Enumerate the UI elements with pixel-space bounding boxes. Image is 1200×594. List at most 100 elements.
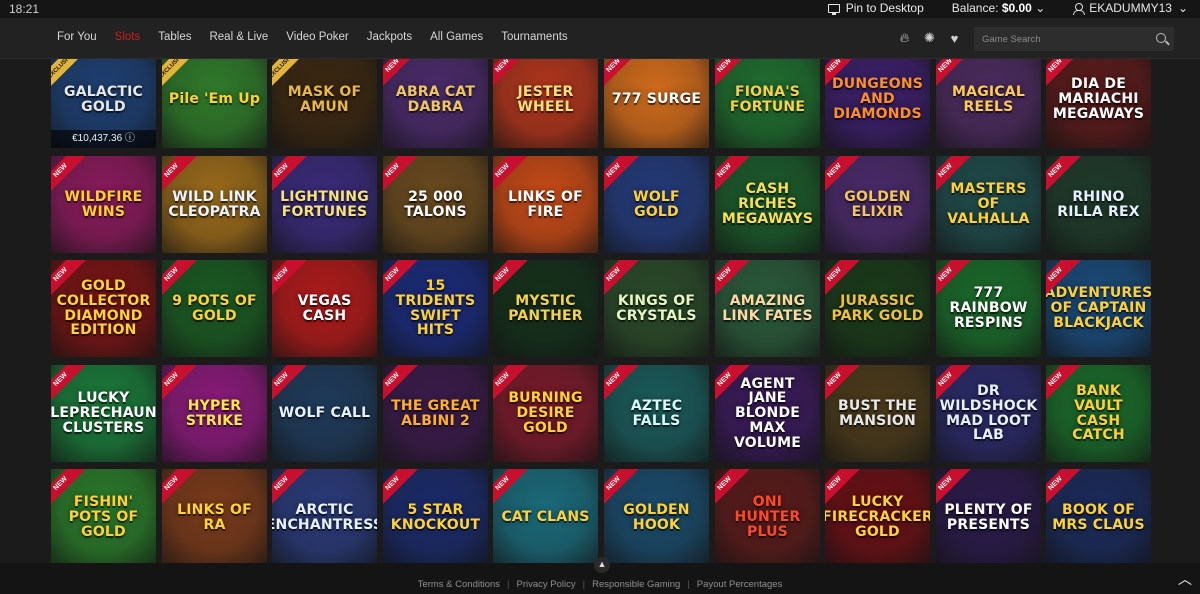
game-tile[interactable]: WILD LINK CLEOPATRA NEW	[162, 156, 267, 253]
game-tile[interactable]: RHINO RILLA REX NEW	[1046, 156, 1151, 253]
game-tile[interactable]: LINKS OF RA NEW	[162, 469, 267, 563]
game-tile[interactable]: GALACTIC GOLD EXCLUSIVE €10,437.36 ⓘ	[51, 59, 156, 148]
game-grid: GALACTIC GOLD EXCLUSIVE €10,437.36 ⓘ Pile '…	[51, 59, 1155, 563]
user-icon	[1073, 2, 1086, 15]
footer-link[interactable]: Privacy Policy	[517, 579, 576, 590]
footer-link[interactable]: Payout Percentages	[697, 579, 783, 590]
game-title: PLENTY OF PRESENTS	[944, 501, 1033, 533]
game-title: BUST THE MANSION	[838, 397, 917, 429]
game-tile[interactable]: LIGHTNING FORTUNES NEW	[272, 156, 377, 253]
game-tile[interactable]: ADVENTURES OF CAPTAIN BLACKJACK NEW	[1046, 260, 1151, 357]
tab-for-you[interactable]: For You	[57, 31, 97, 43]
heart-icon[interactable]: ♥	[947, 31, 962, 46]
game-title: ABRA CAT DABRA	[395, 83, 476, 115]
game-tile[interactable]: GOLD COLLECTOR DIAMOND EDITION NEW	[51, 260, 156, 357]
game-tile[interactable]: AGENT JANE BLONDE MAX VOLUME NEW	[715, 365, 820, 462]
game-tile[interactable]: VEGAS CASH NEW	[272, 260, 377, 357]
game-title: MASTERS OF VALHALLA	[947, 181, 1030, 227]
search-icon[interactable]	[1156, 33, 1166, 43]
game-tile[interactable]: 777 RAINBOW RESPINS NEW	[936, 260, 1041, 357]
game-tile[interactable]: JESTER WHEEL NEW	[493, 59, 598, 148]
game-title: WILD LINK CLEOPATRA	[168, 188, 261, 220]
game-tile[interactable]: BOOK OF MRS CLAUS NEW	[1046, 469, 1151, 563]
game-tile[interactable]: AZTEC FALLS NEW	[604, 365, 709, 462]
monitor-icon	[827, 3, 840, 15]
pin-to-desktop-button[interactable]: Pin to Desktop	[827, 1, 924, 15]
tab-real-live[interactable]: Real & Live	[209, 31, 268, 43]
game-tile[interactable]: MASTERS OF VALHALLA NEW	[936, 156, 1041, 253]
game-tile[interactable]: GOLDEN HOOK NEW	[604, 469, 709, 563]
tab-all-games[interactable]: All Games	[430, 31, 483, 43]
new-badge: NEW	[493, 469, 528, 509]
tab-jackpots[interactable]: Jackpots	[367, 31, 412, 43]
category-tabs: For You Slots Tables Real & Live Video Poker…	[57, 31, 586, 43]
game-tile[interactable]: ABRA CAT DABRA NEW	[383, 59, 488, 148]
footer-separator: |	[507, 579, 510, 590]
game-tile[interactable]: JURASSIC PARK GOLD NEW	[825, 260, 930, 357]
game-tile[interactable]: FISHIN' POTS OF GOLD NEW	[51, 469, 156, 563]
game-search	[974, 27, 1174, 51]
poker-chip-icon[interactable]: ✺	[922, 30, 937, 46]
game-tile[interactable]: HYPER STRIKE NEW	[162, 365, 267, 462]
footer-link[interactable]: Terms & Conditions	[418, 579, 500, 590]
game-tile[interactable]: 777 SURGE NEW	[604, 59, 709, 148]
game-tile[interactable]: 9 POTS OF GOLD NEW	[162, 260, 267, 357]
game-title: MASK OF AMUN	[287, 83, 362, 115]
game-tile[interactable]: CASH RICHES MEGAWAYS NEW	[715, 156, 820, 253]
chevron-up-icon[interactable]: ︿	[1178, 569, 1192, 589]
balance-display[interactable]: Balance: $0.00 ⌄	[952, 1, 1045, 15]
game-tile[interactable]: LUCKY LEPRECHAUN CLUSTERS NEW	[51, 365, 156, 462]
game-title: FISHIN' POTS OF GOLD	[68, 494, 139, 540]
game-title: MYSTIC PANTHER	[508, 292, 583, 324]
game-tile[interactable]: DUNGEONS AND DIAMONDS NEW	[825, 59, 930, 148]
game-tile[interactable]: WOLF CALL NEW	[272, 365, 377, 462]
game-tile[interactable]: LINKS OF FIRE NEW	[493, 156, 598, 253]
tab-slots[interactable]: Slots	[115, 31, 141, 43]
game-tile[interactable]: ONI HUNTER PLUS NEW	[715, 469, 820, 563]
game-tile[interactable]: BURNING DESIRE GOLD NEW	[493, 365, 598, 462]
game-title: THE GREAT ALBINI 2	[391, 397, 480, 429]
game-title: BURNING DESIRE GOLD	[508, 390, 583, 436]
tab-tables[interactable]: Tables	[158, 31, 191, 43]
game-tile[interactable]: MASK OF AMUN EXCLUSIVE	[272, 59, 377, 148]
game-tile[interactable]: FIONA'S FORTUNE NEW	[715, 59, 820, 148]
game-title: LINKS OF RA	[177, 501, 252, 533]
game-tile[interactable]: DR WILDSHOCK MAD LOOT LAB NEW	[936, 365, 1041, 462]
search-input[interactable]	[974, 27, 1144, 51]
game-tile[interactable]: KINGS OF CRYSTALS NEW	[604, 260, 709, 357]
scroll-up-icon[interactable]: ▲	[594, 557, 610, 573]
game-tile[interactable]: BANK VAULT CASH CATCH NEW	[1046, 365, 1151, 462]
game-tile[interactable]: MYSTIC PANTHER NEW	[493, 260, 598, 357]
game-title: RHINO RILLA REX	[1057, 188, 1140, 220]
game-tile[interactable]: BUST THE MANSION NEW	[825, 365, 930, 462]
game-tile[interactable]: MAGICAL REELS NEW	[936, 59, 1041, 148]
status-right: Pin to Desktop Balance: $0.00 ⌄ EKADUMMY…	[827, 1, 1188, 15]
game-title: GOLD COLLECTOR DIAMOND EDITION	[56, 278, 151, 339]
category-nav: For You Slots Tables Real & Live Video Poker…	[0, 18, 1200, 59]
nav-icons: 🔥︎ ✺ ♥	[897, 30, 962, 46]
game-tile[interactable]: 15 TRIDENTS SWIFT HITS NEW	[383, 260, 488, 357]
user-menu[interactable]: EKADUMMY13 ⌄	[1073, 1, 1188, 15]
game-tile[interactable]: CAT CLANS NEW	[493, 469, 598, 563]
game-title: LUCKY FIRECRACKER GOLD	[825, 494, 930, 540]
game-tile[interactable]: THE GREAT ALBINI 2 NEW	[383, 365, 488, 462]
jackpot-amount: €10,437.36 ⓘ	[51, 130, 156, 148]
tab-video-poker[interactable]: Video Poker	[286, 31, 348, 43]
chevron-down-icon: ⌄	[1035, 1, 1046, 15]
game-tile[interactable]: ARCTIC ENCHANTRESSNEW	[272, 469, 377, 563]
tab-tournaments[interactable]: Tournaments	[501, 31, 567, 43]
game-tile[interactable]: 5 STAR KNOCKOUT NEW	[383, 469, 488, 563]
game-tile[interactable]: DIA DE MARIACHI MEGAWAYS NEW	[1046, 59, 1151, 148]
game-tile[interactable]: Pile 'Em Up EXCLUSIVE	[162, 59, 267, 148]
game-tile[interactable]: LUCKY FIRECRACKER GOLD NEW	[825, 469, 930, 563]
flame-icon[interactable]: 🔥︎	[897, 30, 912, 46]
game-tile[interactable]: PLENTY OF PRESENTS NEW	[936, 469, 1041, 563]
game-tile[interactable]: GOLDEN ELIXIR NEW	[825, 156, 930, 253]
game-tile[interactable]: 25 000 TALONS NEW	[383, 156, 488, 253]
game-title: WILDFIRE WINS	[64, 188, 143, 220]
game-tile[interactable]: WOLF GOLD NEW	[604, 156, 709, 253]
game-title: JESTER WHEEL	[517, 83, 574, 115]
game-tile[interactable]: WILDFIRE WINS NEW	[51, 156, 156, 253]
footer-link[interactable]: Responsible Gaming	[592, 579, 680, 590]
game-tile[interactable]: AMAZING LINK FATES NEW	[715, 260, 820, 357]
